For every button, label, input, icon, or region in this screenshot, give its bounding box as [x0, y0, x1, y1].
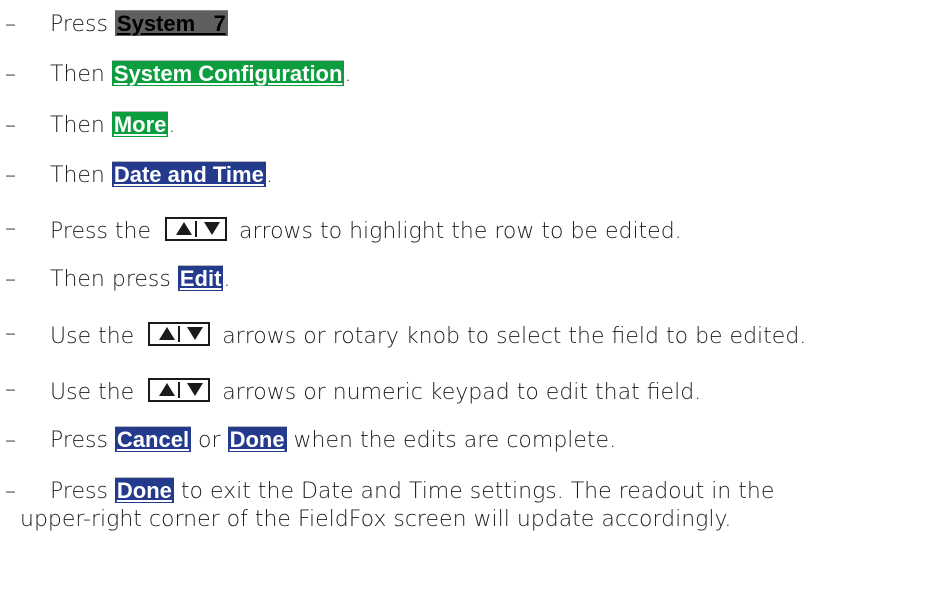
- arrow-separator: [195, 221, 197, 237]
- step-text: Then press: [50, 267, 178, 292]
- step-text-mid: or: [191, 428, 228, 453]
- up-down-arrow-keys-icon[interactable]: [148, 322, 211, 346]
- system-7-hardkey[interactable]: System 7: [114, 10, 228, 36]
- done-softkey[interactable]: Done: [114, 477, 174, 503]
- up-down-arrow-keys-icon[interactable]: [148, 378, 211, 402]
- step-text-after: when the edits are complete.: [286, 428, 617, 453]
- step-text: Then: [50, 62, 112, 87]
- step-text-after: .: [168, 113, 176, 138]
- step-text: Then: [50, 163, 112, 188]
- down-arrow-icon: [187, 327, 204, 340]
- system-configuration-softkey[interactable]: System Configuration: [111, 60, 345, 86]
- step-dash: –: [5, 377, 16, 402]
- up-down-arrow-keys-icon[interactable]: [165, 217, 227, 241]
- step-dash: –: [5, 62, 16, 87]
- step-text: Press: [50, 428, 115, 453]
- arrow-separator: [178, 326, 181, 342]
- cancel-softkey[interactable]: Cancel: [114, 426, 192, 452]
- date-and-time-softkey[interactable]: Date and Time: [111, 161, 266, 187]
- step-text: Then: [50, 113, 112, 138]
- arrow-separator: [178, 382, 181, 398]
- step-text: Use the: [50, 380, 135, 405]
- done-softkey[interactable]: Done: [227, 426, 287, 452]
- up-arrow-icon: [159, 327, 176, 340]
- step-dash: –: [5, 113, 16, 138]
- step-text-after: arrows or numeric keypad to edit that fi…: [222, 380, 702, 405]
- step-text: Press: [50, 12, 115, 37]
- down-arrow-icon: [187, 383, 204, 396]
- instruction-steps: – Press System 7 – Then System Configura…: [0, 0, 926, 609]
- step-dash: –: [5, 267, 16, 292]
- down-arrow-icon: [204, 222, 220, 235]
- step-dash: –: [5, 12, 16, 37]
- up-arrow-icon: [176, 222, 192, 235]
- step-text-after: .: [265, 163, 273, 188]
- more-softkey[interactable]: More: [111, 111, 169, 137]
- step-text: Press: [50, 479, 115, 504]
- step-text-after: arrows or rotary knob to select the fiel…: [222, 324, 807, 349]
- edit-softkey[interactable]: Edit: [177, 265, 224, 291]
- step-text-after: to exit the Date and Time settings. The …: [173, 479, 775, 504]
- step-dash: –: [5, 163, 16, 188]
- step-dash: –: [5, 428, 16, 453]
- step-text-after: .: [223, 267, 231, 292]
- step-text-after: .: [344, 62, 352, 87]
- step-text-line2: upper-right corner of the FieldFox scree…: [20, 507, 732, 532]
- step-dash: –: [5, 321, 16, 346]
- up-arrow-icon: [159, 383, 176, 396]
- step-dash: –: [5, 479, 16, 504]
- step-text: Press the: [50, 219, 151, 244]
- step-text: Use the: [50, 324, 135, 349]
- step-dash: –: [5, 216, 16, 241]
- step-text-after: arrows to highlight the row to be edited…: [239, 219, 682, 244]
